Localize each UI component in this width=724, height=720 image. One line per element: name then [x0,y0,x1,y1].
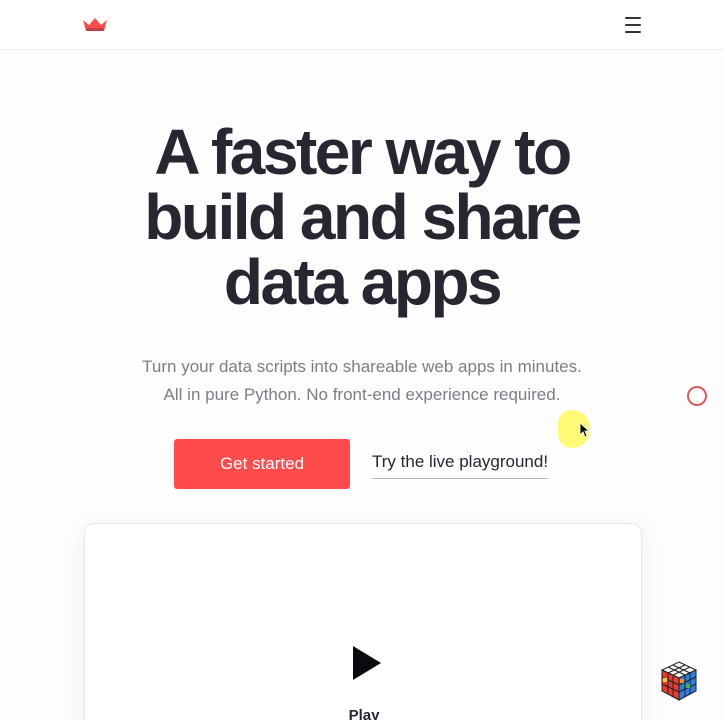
play-icon[interactable] [351,644,383,682]
mouse-pointer-icon [579,422,591,438]
streamlit-logo-icon[interactable] [82,16,108,32]
hero-subtitle-line: All in pure Python. No front-end experie… [163,385,561,404]
hero-title-line: data apps [223,246,503,318]
top-navbar [0,0,724,50]
menu-line [625,17,641,19]
hero-title-line: A faster way to [154,116,572,188]
circle-indicator-icon [687,386,707,406]
play-label: Play [348,707,380,720]
hero-subtitle-line: Turn your data scripts into shareable we… [142,357,582,376]
get-started-button[interactable]: Get started [174,439,350,489]
rubiks-cube-icon[interactable] [660,660,698,702]
page: A faster way to build and share data app… [0,0,724,720]
hero-subtitle: Turn your data scripts into shareable we… [62,353,662,409]
hero-title: A faster way to build and share data app… [62,120,662,315]
hero-title-line: build and share [144,181,582,253]
menu-line [625,31,641,33]
menu-line [625,24,641,26]
demo-video-card[interactable]: Play [84,523,642,720]
hamburger-menu-icon[interactable] [622,14,646,36]
live-playground-link[interactable]: Try the live playground! [372,452,549,479]
